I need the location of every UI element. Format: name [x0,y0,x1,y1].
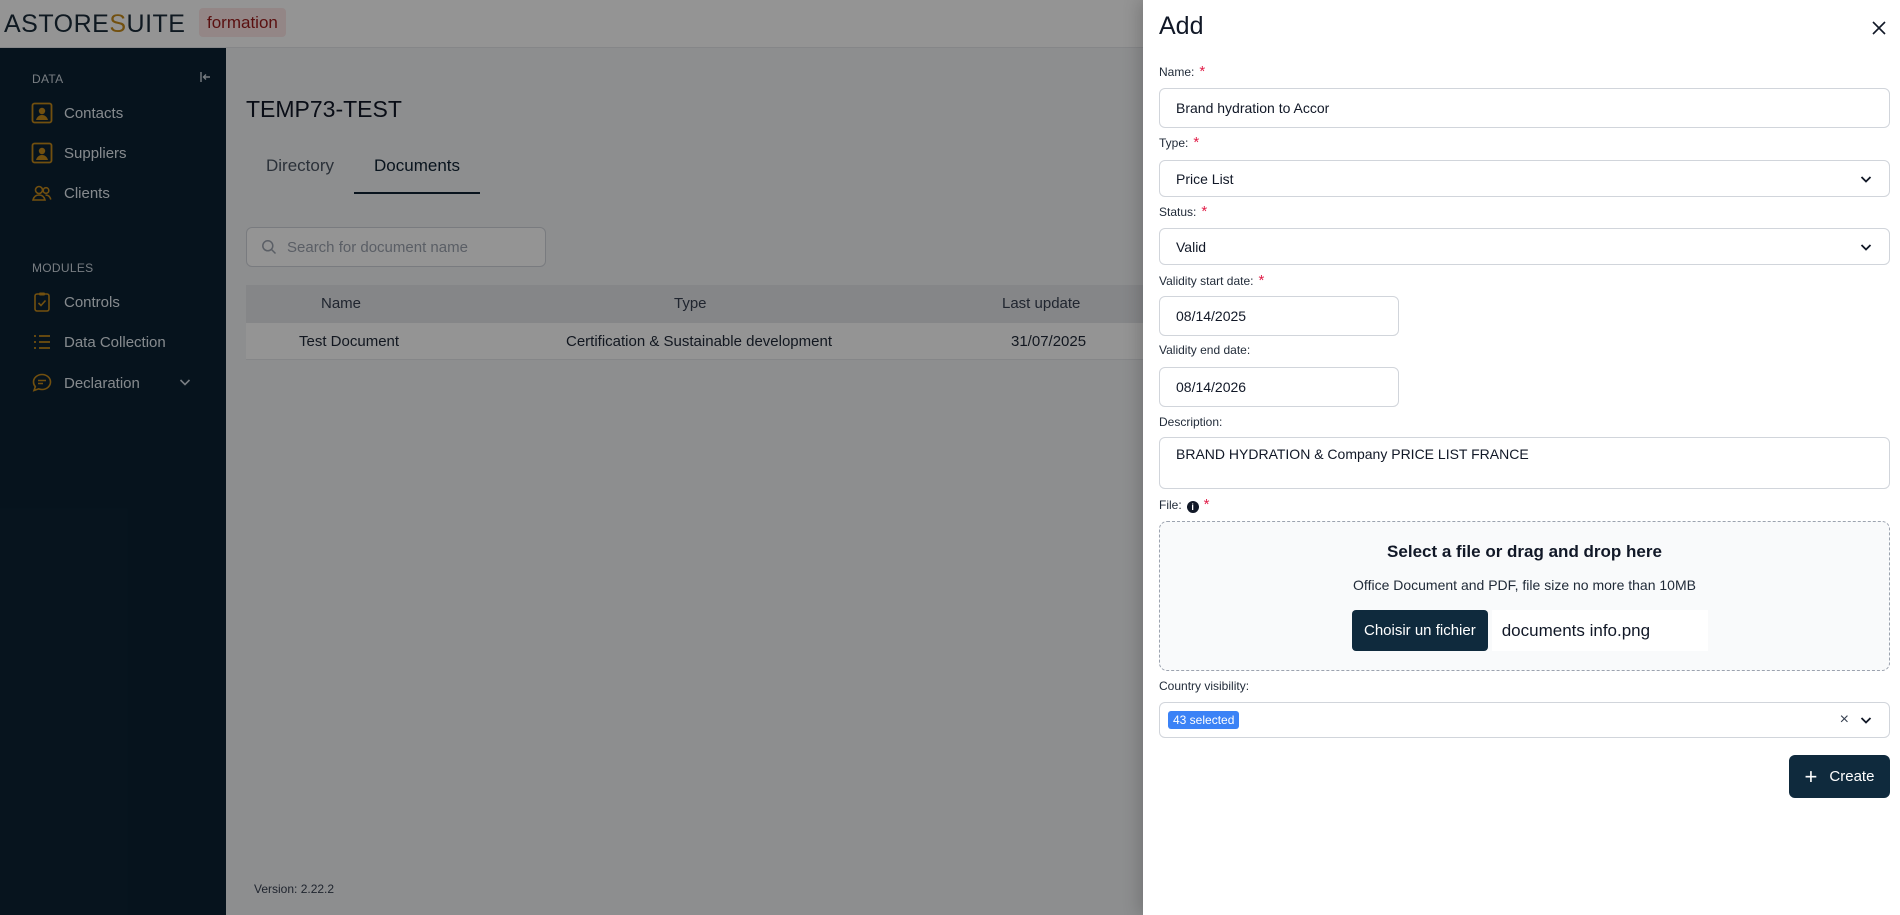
add-document-drawer: Add Name: * Brand hydration to Accor Type… [1143,0,1900,915]
status-label: Status: * [1159,203,1207,220]
description-value: BRAND HYDRATION & Company PRICE LIST FRA… [1176,446,1529,462]
validity-start-date-value: 08/14/2025 [1176,308,1247,324]
chevron-down-icon [1859,172,1873,186]
validity-end-date-field[interactable]: 08/14/2026 [1159,367,1399,407]
file-dropzone[interactable]: Select a file or drag and drop here Offi… [1159,521,1890,671]
type-select[interactable]: Price List [1159,160,1890,197]
file-label-text: File: [1159,498,1182,512]
name-label-text: Name: [1159,65,1195,79]
required-asterisk: * [1201,203,1208,220]
chevron-down-icon [1859,240,1873,254]
drawer-title: Add [1159,12,1204,40]
type-select-value: Price List [1176,170,1234,187]
clear-selection-icon[interactable]: × [1840,711,1849,729]
description-label-text: Description: [1159,415,1223,429]
close-icon[interactable] [1870,19,1888,37]
type-label-text: Type: [1159,136,1189,150]
validity-start-label: Validity start date: * [1159,272,1264,289]
file-label: File: i * [1159,496,1210,513]
required-asterisk: * [1203,496,1210,513]
name-field[interactable]: Brand hydration to Accor [1159,88,1890,128]
validity-start-label-text: Validity start date: [1159,274,1254,288]
status-label-text: Status: [1159,205,1197,219]
country-visibility-label-text: Country visibility: [1159,679,1250,693]
required-asterisk: * [1193,134,1200,151]
create-button[interactable]: + Create [1789,755,1890,798]
plus-icon: + [1804,763,1818,789]
description-label: Description: [1159,415,1222,429]
status-select[interactable]: Valid [1159,228,1890,265]
name-label: Name: * [1159,63,1205,80]
country-visibility-multiselect[interactable]: 43 selected × [1159,702,1890,738]
validity-end-date-value: 08/14/2026 [1176,379,1247,395]
selected-file-name: documents info.png [1491,610,1708,651]
dropzone-subtitle: Office Document and PDF, file size no mo… [1353,577,1696,593]
selected-count-badge: 43 selected [1168,711,1240,729]
validity-start-date-field[interactable]: 08/14/2025 [1159,296,1399,336]
validity-end-label-text: Validity end date: [1159,343,1251,357]
status-select-value: Valid [1176,238,1207,255]
country-visibility-label: Country visibility: [1159,679,1249,693]
required-asterisk: * [1258,272,1265,289]
create-button-label: Create [1829,768,1875,785]
required-asterisk: * [1199,63,1206,80]
info-icon[interactable]: i [1186,501,1199,513]
validity-end-label: Validity end date: [1159,343,1250,357]
description-textarea[interactable]: BRAND HYDRATION & Company PRICE LIST FRA… [1159,437,1890,489]
name-field-value: Brand hydration to Accor [1176,100,1330,116]
type-label: Type: * [1159,134,1199,151]
choose-file-button[interactable]: Choisir un fichier [1352,610,1488,651]
file-input: Choisir un fichier documents info.png [1352,610,1708,651]
dropzone-title: Select a file or drag and drop here [1387,542,1662,561]
chevron-down-icon[interactable] [1859,713,1873,727]
